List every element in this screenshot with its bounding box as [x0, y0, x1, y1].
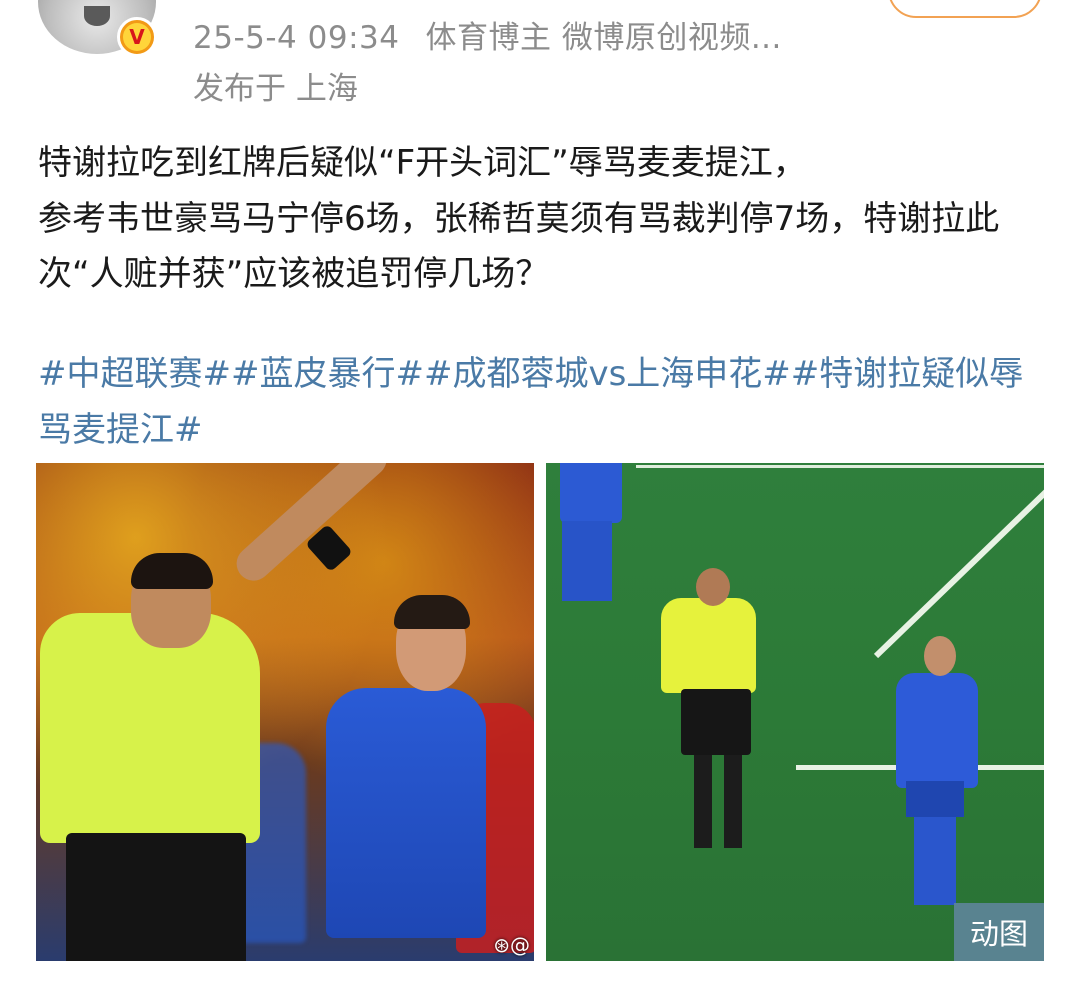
referee-shorts [681, 689, 751, 755]
author-tag[interactable]: 体育博主 微博原创视频... [425, 20, 781, 56]
top-player [560, 463, 622, 523]
player-shirt [326, 688, 486, 938]
post-body: 特谢拉吃到红牌后疑似“F开头词汇”辱骂麦麦提江， 参考韦世豪骂马宁停6场，张稀哲… [38, 136, 1048, 303]
referee-arm [229, 463, 394, 588]
pitch-line [873, 473, 1044, 659]
avatar-cat-face [84, 6, 110, 26]
referee-leg [694, 753, 712, 848]
hashtag-link[interactable]: #蓝皮暴行# [231, 354, 424, 394]
referee-head [696, 568, 730, 606]
weibo-logo-icon: ⊛@ [493, 933, 530, 957]
verified-v-icon: V [117, 17, 157, 57]
follow-button[interactable] [888, 0, 1042, 18]
referee-leg [724, 753, 742, 848]
player-hair [394, 595, 470, 629]
player-head [924, 636, 956, 676]
pitch-line [636, 465, 1044, 468]
player-legs [914, 815, 956, 905]
post-image-right[interactable]: 动图 [546, 463, 1044, 961]
referee-shirt [661, 598, 756, 693]
post-meta: 25-5-4 09:34 体育博主 微博原创视频... [193, 12, 782, 57]
post-text-line: 参考韦世豪骂马宁停6场，张稀哲莫须有骂裁判停7场，特谢拉此次“人赃并获”应该被追… [38, 198, 1000, 295]
gif-badge: 动图 [954, 903, 1044, 961]
top-player-legs [562, 521, 612, 601]
post-text-line: 特谢拉吃到红牌后疑似“F开头词汇”辱骂麦麦提江， [38, 143, 807, 183]
referee-shirt [40, 613, 260, 843]
post-location: 发布于 上海 [193, 71, 358, 107]
referee-hair [131, 553, 213, 589]
post-timestamp: 25-5-4 09:34 [193, 20, 400, 56]
hashtag-list: #中超联赛##蓝皮暴行##成都蓉城vs上海申花##特谢拉疑似辱骂麦提江# [38, 347, 1048, 458]
referee-shorts [66, 833, 246, 961]
player-shirt [896, 673, 978, 788]
post-image-left[interactable]: ⊛@ [36, 463, 534, 961]
player-shorts [906, 781, 964, 817]
hashtag-link[interactable]: #中超联赛# [38, 354, 231, 394]
hashtag-link[interactable]: #成都蓉城vs上海申花# [424, 354, 791, 394]
